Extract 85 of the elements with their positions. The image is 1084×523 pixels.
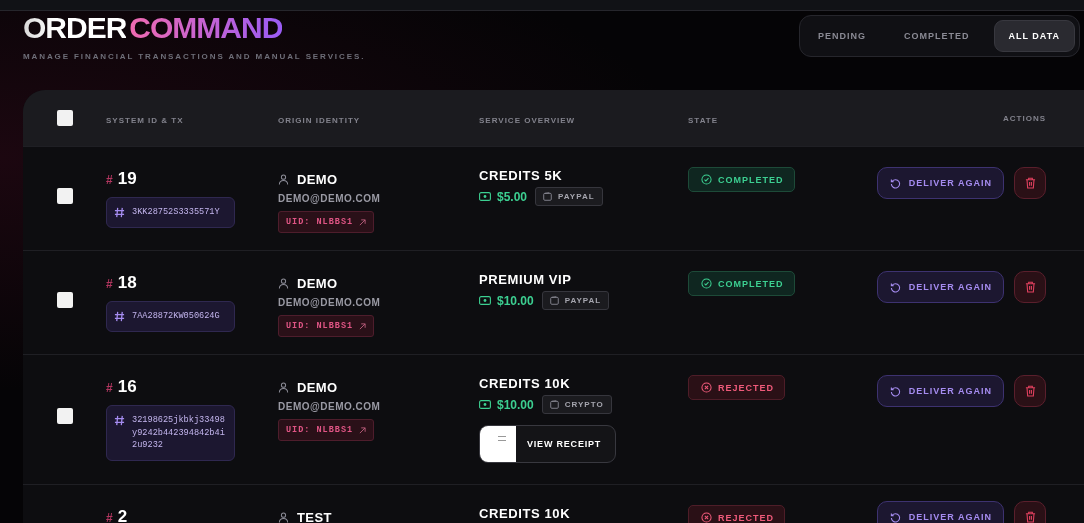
- payment-method-tag: PAYPAL: [535, 187, 603, 206]
- service-name: CREDITS 10K: [479, 376, 572, 391]
- view-receipt-button[interactable]: VIEW RECEIPT: [479, 425, 616, 463]
- status-badge: REJECTED: [688, 375, 785, 400]
- uid-link[interactable]: UID: NLBBS1: [278, 315, 375, 337]
- trash-icon: [1024, 177, 1036, 189]
- check-circle-icon: [701, 174, 712, 185]
- customer-name: DEMO: [297, 172, 338, 187]
- user-icon: [278, 512, 289, 523]
- rotate-icon: [889, 177, 901, 189]
- external-arrow-icon: [359, 218, 367, 226]
- cash-icon: [479, 192, 491, 201]
- status-badge: COMPLETED: [688, 167, 795, 192]
- deliver-again-button[interactable]: DELIVER AGAIN: [876, 501, 1004, 523]
- user-icon: [278, 174, 289, 185]
- filter-tab[interactable]: ALL DATA: [993, 20, 1075, 52]
- delete-button[interactable]: [1014, 271, 1046, 303]
- wallet-icon: [549, 400, 559, 409]
- hash-symbol: #: [106, 277, 113, 291]
- external-arrow-icon: [359, 426, 367, 434]
- column-header: ORIGIN IDENTITY: [278, 116, 361, 125]
- customer-name: DEMO: [297, 276, 338, 291]
- order-id: 19: [117, 169, 137, 189]
- receipt-thumbnail: [480, 426, 516, 462]
- column-header: SYSTEM ID & TX: [106, 116, 184, 125]
- row-checkbox[interactable]: [56, 188, 73, 204]
- page-subtitle: MANAGE FINANCIAL TRANSACTIONS AND MANUAL SERVICES.: [23, 52, 366, 61]
- wallet-icon: [549, 296, 559, 305]
- order-id: 18: [117, 273, 137, 293]
- status-badge: REJECTED: [688, 505, 785, 523]
- service-name: PREMIUM VIP: [479, 272, 573, 287]
- service-name: CREDITS 5K: [479, 168, 564, 183]
- cash-icon: [479, 400, 491, 409]
- delete-button[interactable]: [1014, 375, 1046, 407]
- transaction-code: 3KK28752S3335571Y: [132, 206, 220, 219]
- x-circle-icon: [701, 382, 712, 393]
- trash-icon: [1024, 511, 1036, 523]
- uid-link[interactable]: UID: NLBBS1: [278, 419, 375, 441]
- row-checkbox[interactable]: [56, 408, 73, 424]
- deliver-again-button[interactable]: DELIVER AGAIN: [876, 167, 1004, 199]
- payment-method-tag: CRYPTO: [541, 395, 612, 414]
- service-name: CREDITS 10K: [479, 506, 572, 521]
- x-circle-icon: [701, 512, 712, 523]
- column-header: ACTIONS: [1003, 113, 1046, 123]
- uid-link[interactable]: UID: NLBBS1: [278, 211, 375, 233]
- cash-icon: [479, 296, 491, 305]
- rotate-icon: [889, 385, 901, 397]
- filter-tab[interactable]: COMPLETED: [890, 20, 984, 52]
- payment-amount: $10.00: [497, 293, 534, 308]
- deliver-again-button[interactable]: DELIVER AGAIN: [876, 375, 1004, 407]
- rotate-icon: [889, 511, 901, 523]
- payment-amount: $10.00: [497, 397, 534, 412]
- rotate-icon: [889, 281, 901, 293]
- user-icon: [278, 278, 289, 289]
- filter-tab[interactable]: PENDING: [803, 20, 880, 52]
- check-circle-icon: [701, 278, 712, 289]
- hash-icon: [114, 311, 125, 322]
- payment-amount: $5.00: [497, 189, 528, 204]
- transaction-code: 32198625jkbkj33498y9242b442394842b4i2u9232: [132, 414, 226, 452]
- deliver-again-button[interactable]: DELIVER AGAIN: [876, 271, 1004, 303]
- status-badge: COMPLETED: [688, 271, 795, 296]
- external-arrow-icon: [359, 322, 367, 330]
- select-all-checkbox[interactable]: [56, 110, 73, 126]
- customer-name: TEST: [297, 510, 332, 523]
- customer-email: DEMO@DEMO.COM: [278, 297, 382, 308]
- column-header: SERVICE OVERVIEW: [479, 116, 576, 125]
- row-checkbox[interactable]: [56, 292, 73, 308]
- delete-button[interactable]: [1014, 167, 1046, 199]
- order-id: 16: [117, 377, 137, 397]
- hash-icon: [114, 415, 125, 426]
- wallet-icon: [543, 192, 553, 201]
- payment-method-tag: PAYPAL: [541, 291, 610, 310]
- user-icon: [278, 382, 289, 393]
- hash-symbol: #: [106, 381, 113, 395]
- customer-name: DEMO: [297, 380, 338, 395]
- hash-symbol: #: [106, 511, 113, 523]
- customer-email: DEMO@DEMO.COM: [278, 193, 382, 204]
- trash-icon: [1024, 385, 1036, 397]
- hash-icon: [114, 207, 125, 218]
- customer-email: DEMO@DEMO.COM: [278, 401, 382, 412]
- hash-symbol: #: [106, 173, 113, 187]
- column-header: STATE: [688, 116, 719, 125]
- transaction-code: 7AA28872KW050624G: [132, 310, 220, 323]
- order-id: 2: [117, 507, 128, 523]
- trash-icon: [1024, 281, 1036, 293]
